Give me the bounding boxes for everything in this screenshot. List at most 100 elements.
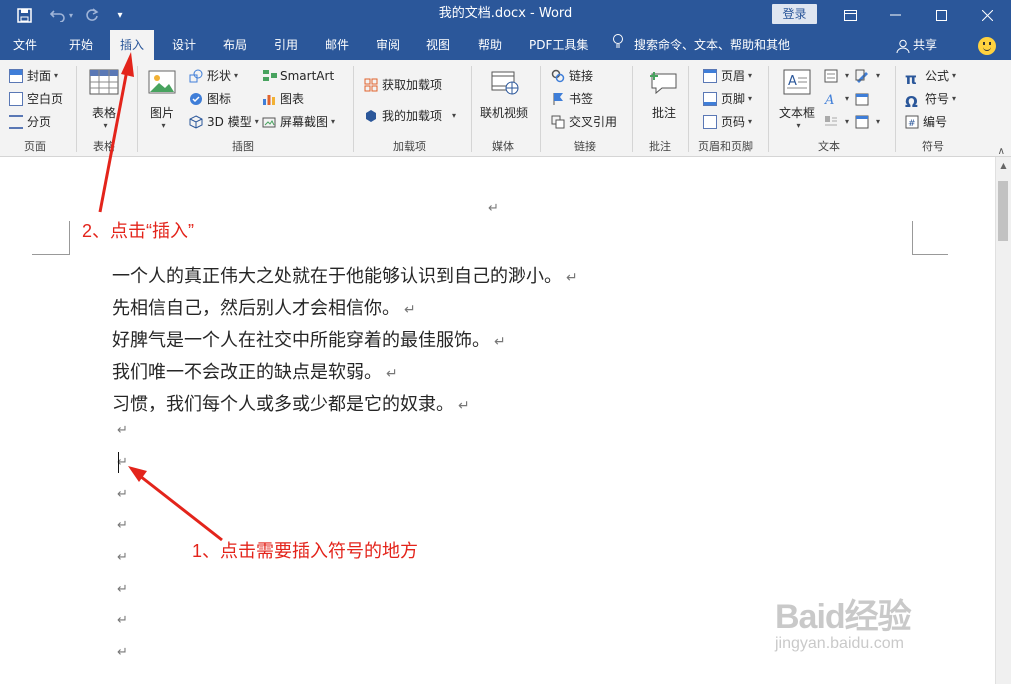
text-line[interactable]: 我们唯一不会改正的缺点是软弱。 ↵ [112,358,398,384]
cover-page-button[interactable]: 封面 ▾ [9,66,58,86]
link-label: 链接 [569,69,594,83]
scroll-thumb[interactable] [998,181,1008,241]
date-time-button[interactable] [855,89,873,109]
comment-label: 批注 [651,106,676,120]
crop-mark [32,254,70,255]
chart-button[interactable]: 图表 [262,89,304,109]
dropdown-arrow-icon: ▾ [845,94,850,103]
tab-references[interactable]: 引用 [264,30,308,60]
smartart-label: SmartArt [280,69,335,83]
number-button[interactable]: # 编号 [905,112,947,132]
picture-button[interactable]: 图片 ▾ [146,68,178,130]
tab-home[interactable]: 开始 [59,30,103,60]
login-button[interactable]: 登录 [772,4,817,24]
customize-qat-icon[interactable]: ▾ [106,0,134,30]
object-button[interactable]: ▾ [855,112,880,132]
header-label: 页眉 [721,69,746,83]
cross-reference-button[interactable]: 交叉引用 [551,112,617,132]
line-text: 一个人的真正伟大之处就在于他能够认识到自己的渺小。 [112,266,562,287]
minimize-icon[interactable] [872,0,918,30]
wordart-button[interactable]: A ▾ [824,89,849,109]
dropdown-arrow-icon: ▾ [748,94,753,103]
equation-button[interactable]: π 公式 ▾ [905,66,957,88]
text-box-button[interactable]: A 文本框 ▾ [779,68,815,130]
online-video-button[interactable]: 联机视频 [480,68,528,121]
cross-reference-icon [551,115,565,129]
icons-button[interactable]: 图标 [189,89,231,109]
collapse-ribbon-icon[interactable]: ∧ [998,146,1005,157]
bookmark-icon [551,92,565,106]
empty-paragraph-mark[interactable]: ↵ [117,487,128,502]
empty-paragraph-mark[interactable]: ↵ [117,645,128,660]
get-addins-button[interactable]: 获取加载项 [364,75,442,95]
empty-paragraph-mark[interactable]: ↵ [117,550,128,565]
shapes-button[interactable]: 形状 ▾ [189,66,238,86]
tab-help[interactable]: 帮助 [468,30,512,60]
dropdown-arrow-icon: ▾ [876,71,881,80]
smiley-feedback-icon[interactable] [978,37,996,55]
svg-text:A: A [824,93,834,106]
group-label-links: 链接 [574,140,596,153]
tab-design[interactable]: 设计 [162,30,206,60]
table-label: 表格 [91,106,116,120]
crop-mark [912,254,948,255]
tab-file[interactable]: 文件 [3,30,47,60]
picture-icon [146,68,178,100]
blank-page-button[interactable]: 空白页 [9,89,63,109]
3d-models-button[interactable]: 3D 模型 ▾ [189,112,259,132]
empty-paragraph-mark[interactable]: ↵ [117,613,128,628]
share-button[interactable]: 共享 [896,30,937,60]
footer-icon [703,92,717,106]
my-addins-button[interactable]: 我的加载项 ▾ [364,106,456,126]
page-break-label: 分页 [27,115,52,129]
symbol-button[interactable]: Ω 符号 ▾ [905,89,957,111]
tab-insert[interactable]: 插入 [110,30,155,61]
screenshot-button[interactable]: 屏幕截图 ▾ [262,112,335,132]
empty-paragraph-mark[interactable]: ↵ [117,582,128,597]
smartart-icon [262,69,277,83]
dropdown-arrow-icon: ▾ [331,117,336,126]
text-line[interactable]: 一个人的真正伟大之处就在于他能够认识到自己的渺小。 ↵ [112,262,578,288]
drop-cap-button[interactable]: ▾ [824,112,849,132]
paragraph-mark: ↵ [488,201,499,216]
text-line[interactable]: 先相信自己，然后别人才会相信你。 ↵ [112,294,416,320]
page-break-button[interactable]: 分页 [9,112,51,132]
tab-view[interactable]: 视图 [416,30,460,60]
table-icon [88,68,120,100]
empty-paragraph-mark[interactable]: ↵ [117,518,128,533]
tab-mailings[interactable]: 邮件 [315,30,359,60]
signature-line-button[interactable]: ▾ [855,66,880,86]
tab-review[interactable]: 审阅 [366,30,410,60]
tell-me-search[interactable]: 搜索命令、文本、帮助和其他 [612,30,790,60]
header-button[interactable]: 页眉 ▾ [703,66,752,86]
text-line[interactable]: 习惯，我们每个人或多或少都是它的奴隶。 ↵ [112,390,470,416]
group-label-media: 媒体 [492,140,514,153]
save-icon[interactable] [10,0,38,30]
scroll-up-icon[interactable]: ▲ [996,159,1011,173]
link-button[interactable]: 链接 [551,66,593,86]
table-button[interactable]: 表格 ▾ [88,68,120,130]
ribbon-display-icon[interactable] [827,0,873,30]
maximize-icon[interactable] [918,0,964,30]
bookmark-button[interactable]: 书签 [551,89,593,109]
new-comment-button[interactable]: 批注 [648,68,680,121]
annotation-step-1: 1、点击需要插入符号的地方 [192,541,419,561]
tab-pdf-tools[interactable]: PDF工具集 [519,30,598,60]
dropdown-arrow-icon: ▾ [952,71,957,80]
smartart-button[interactable]: SmartArt [262,66,334,86]
line-text: 先相信自己，然后别人才会相信你。 [112,298,400,319]
close-icon[interactable] [964,0,1010,30]
dropdown-arrow-icon: ▾ [103,121,108,130]
page-number-icon [703,115,717,129]
tab-layout[interactable]: 布局 [213,30,257,60]
group-separator [471,66,472,152]
text-line[interactable]: 好脾气是一个人在社交中所能穿着的最佳服饰。 ↵ [112,326,506,352]
icons-label: 图标 [207,92,232,106]
redo-icon[interactable] [78,0,106,30]
page-number-button[interactable]: 页码 ▾ [703,112,752,132]
footer-button[interactable]: 页脚 ▾ [703,89,752,109]
dropdown-arrow-icon: ▾ [952,94,957,103]
empty-paragraph-mark[interactable]: ↵ [117,423,128,438]
quick-parts-button[interactable]: ▾ [824,66,849,86]
undo-dropdown-icon[interactable]: ▾ [64,0,78,30]
